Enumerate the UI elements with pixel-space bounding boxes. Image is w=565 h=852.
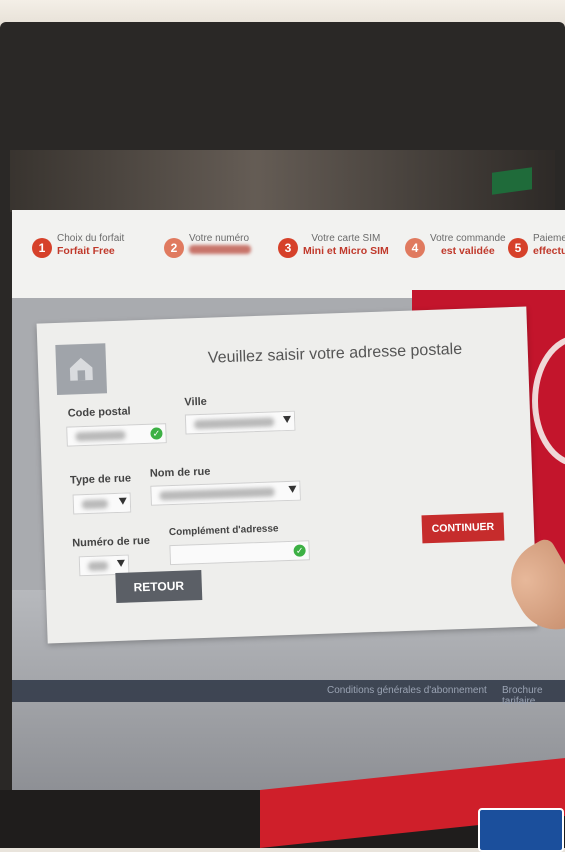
chevron-down-icon [116, 559, 126, 567]
ville-select[interactable] [184, 410, 296, 435]
home-icon[interactable] [55, 343, 108, 395]
step-subtitle: Mini et Micro SIM [303, 245, 389, 257]
step-subtitle: est validée [440, 245, 495, 257]
step-title: Paiement [533, 233, 565, 244]
brochure-link[interactable]: Brochure tarifaire [502, 685, 565, 707]
screen-reflection [10, 150, 555, 212]
chevron-down-icon [288, 485, 297, 493]
dialog-title: Veuillez saisir votre adresse postale [207, 340, 463, 367]
step-title: Votre numéro [189, 233, 250, 244]
check-circle-icon: ✓ [293, 544, 306, 557]
kiosk-logo [478, 808, 564, 852]
step-number: 4 [405, 238, 425, 258]
redacted-value [75, 430, 126, 441]
step-title: Votre commande [430, 233, 506, 244]
complement-field[interactable]: ✓ [169, 540, 310, 566]
chevron-down-icon [118, 497, 127, 505]
redacted-value [81, 498, 109, 509]
progress-steps: 1 Choix du forfait Forfait Free 2 Votre … [12, 210, 565, 298]
ville-label: Ville [184, 395, 208, 409]
step-title: Votre carte SIM [311, 233, 381, 244]
step-3: 3 Votre carte SIM Mini et Micro SIM [278, 232, 389, 258]
code-postal-label: Code postal [67, 405, 131, 420]
step-number: 3 [278, 238, 298, 258]
step-title: Choix du forfait [57, 233, 125, 244]
redacted-phone-number [189, 245, 251, 254]
nom-rue-select[interactable] [150, 480, 301, 506]
step-number: 1 [32, 238, 52, 258]
kiosk-screen: 1 Choix du forfait Forfait Free 2 Votre … [12, 210, 565, 790]
step-2: 2 Votre numéro [164, 232, 251, 258]
step-number: 5 [508, 238, 528, 258]
type-rue-label: Type de rue [69, 472, 132, 487]
step-subtitle: effectué [533, 245, 565, 257]
step-1: 1 Choix du forfait Forfait Free [32, 232, 124, 258]
redacted-value [194, 416, 275, 429]
complement-label: Complément d'adresse [168, 523, 279, 539]
conditions-link[interactable]: Conditions générales d'abonnement [327, 685, 487, 696]
address-dialog: Veuillez saisir votre adresse postale Co… [36, 306, 538, 644]
chevron-down-icon [282, 415, 292, 424]
continue-button[interactable]: CONTINUER [421, 512, 505, 544]
redacted-value [87, 560, 109, 571]
type-rue-select[interactable] [72, 492, 132, 515]
step-4: 4 Votre commande est validée [405, 232, 506, 258]
code-postal-field[interactable]: ✓ [66, 423, 167, 447]
step-subtitle: Forfait Free [57, 245, 115, 257]
back-button[interactable]: RETOUR [115, 570, 203, 604]
numero-rue-label: Numéro de rue [72, 534, 151, 550]
step-5: 5 Paiement effectué [508, 232, 565, 258]
check-circle-icon: ✓ [150, 427, 163, 440]
nom-rue-label: Nom de rue [149, 465, 211, 480]
house-glyph [69, 357, 93, 381]
redacted-value [159, 486, 275, 500]
step-number: 2 [164, 238, 184, 258]
